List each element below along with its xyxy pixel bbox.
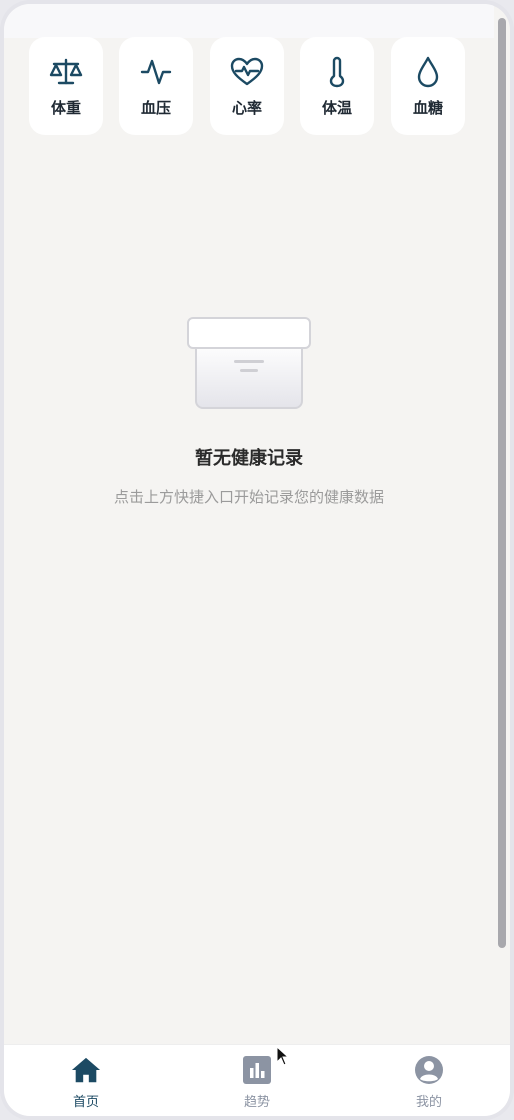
tab-label: 我的 — [415, 1095, 442, 1110]
empty-state-title: 暂无健康记录 — [195, 448, 303, 469]
quick-entry-label: 体温 — [321, 99, 352, 117]
scale-icon — [29, 55, 103, 89]
user-icon — [414, 1055, 444, 1085]
mouse-cursor-icon — [276, 1045, 290, 1066]
tab-label: 首页 — [72, 1095, 99, 1110]
tab-profile[interactable]: 我的 — [389, 1053, 469, 1113]
quick-entry-heart-rate[interactable]: 心率 — [210, 37, 284, 135]
phone-frame: 体重 血压 心率 体温 血糖 暂无健康记录 点击上方快捷入口开始记录您的健康数据… — [0, 0, 514, 1120]
thermometer-icon — [300, 55, 374, 89]
empty-box-icon — [184, 310, 314, 410]
chart-icon — [242, 1055, 272, 1085]
quick-entry-label: 血压 — [140, 99, 171, 117]
home-icon — [71, 1055, 101, 1085]
tab-home[interactable]: 首页 — [46, 1053, 126, 1113]
quick-entry-label: 体重 — [50, 99, 81, 117]
tab-label: 趋势 — [243, 1095, 270, 1110]
scrollbar[interactable] — [498, 18, 506, 948]
bottom-tab-bar: 首页 趋势 我的 — [4, 1044, 510, 1116]
quick-entry-blood-pressure[interactable]: 血压 — [119, 37, 193, 135]
heart-rate-icon — [210, 55, 284, 89]
quick-entry-temperature[interactable]: 体温 — [300, 37, 374, 135]
quick-entry-label: 血糖 — [412, 99, 443, 117]
quick-entry-label: 心率 — [231, 99, 262, 117]
quick-entry-row: 体重 血压 心率 体温 血糖 — [29, 37, 469, 137]
quick-entry-blood-sugar[interactable]: 血糖 — [391, 37, 465, 135]
quick-entry-weight[interactable]: 体重 — [29, 37, 103, 135]
pulse-line-icon — [119, 55, 193, 89]
app-screen: 体重 血压 心率 体温 血糖 暂无健康记录 点击上方快捷入口开始记录您的健康数据… — [4, 4, 510, 1116]
empty-state-subtitle: 点击上方快捷入口开始记录您的健康数据 — [113, 488, 384, 506]
status-area — [4, 4, 494, 38]
drop-icon — [391, 55, 465, 89]
